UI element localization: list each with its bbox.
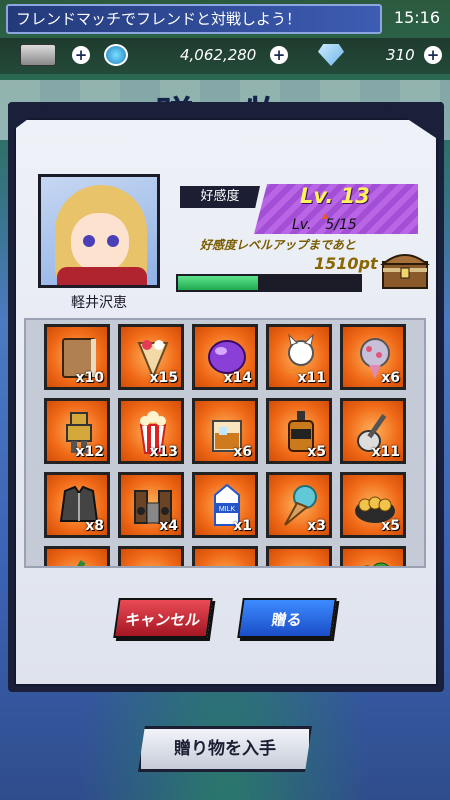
get-gifts-button[interactable]: 贈り物を入手 (138, 726, 312, 772)
affinity-progress-fill (178, 276, 259, 290)
gift-item-slot[interactable]: x15 (118, 324, 184, 390)
item-count: x14 (223, 370, 252, 386)
item-count: x11 (371, 444, 400, 460)
broccoli-icon (363, 562, 389, 566)
gift-item-slot[interactable] (266, 546, 332, 568)
item-count: x12 (75, 444, 104, 460)
coin-count: 4,062,280 (180, 46, 257, 64)
gift-item-slot[interactable] (118, 546, 184, 568)
item-count: x5 (307, 444, 326, 460)
character-portrait (38, 174, 160, 288)
item-count: x4 (159, 518, 178, 534)
portrait-uniform (57, 267, 147, 285)
sake-bottle-icon (74, 560, 86, 566)
points-remaining: 1510pt (314, 254, 378, 273)
gift-item-slot[interactable] (192, 546, 258, 568)
treasure-chest-icon (380, 254, 430, 289)
gift-item-slot[interactable]: x11 (266, 324, 332, 390)
affinity-label: 好感度 (180, 186, 260, 208)
item-count: x3 (307, 518, 326, 534)
portrait-face (71, 213, 129, 273)
gift-item-slot[interactable]: x13 (118, 398, 184, 464)
gift-item-list[interactable]: x10 x15 x14 x11 x6 x12 x13 x6 x5 x11 x8 x4 MILK x1 x3 x… (24, 318, 426, 568)
item-count: x5 (381, 518, 400, 534)
coin-icon (104, 44, 128, 66)
item-count: x6 (233, 444, 252, 460)
gift-item-grid: x10 x15 x14 x11 x6 x12 x13 x6 x5 x11 x8 x4 MILK x1 x3 x… (44, 324, 406, 568)
item-count: x15 (149, 370, 178, 386)
item-count: x6 (381, 370, 400, 386)
item-count: x10 (75, 370, 104, 386)
news-ticker[interactable]: フレンドマッチでフレンドと対戦しよう！ (6, 4, 382, 34)
add-ticket-button[interactable]: + (72, 46, 90, 64)
gift-item-slot[interactable]: x5 (266, 398, 332, 464)
gift-item-slot[interactable]: x8 (44, 472, 110, 538)
gift-item-slot[interactable]: x6 (340, 324, 406, 390)
add-coin-button[interactable]: + (270, 46, 288, 64)
affinity-sublevel: Lv. 5/15 (292, 217, 357, 233)
clock: 15:16 (393, 8, 440, 27)
cancel-button[interactable]: キャンセル (113, 598, 213, 638)
affinity-progress-bar (176, 274, 362, 292)
portrait-eye (83, 235, 95, 247)
gift-item-slot[interactable]: x10 (44, 324, 110, 390)
item-count: x11 (297, 370, 326, 386)
add-gem-button[interactable]: + (424, 46, 442, 64)
character-name: 軽井沢恵 (71, 295, 127, 311)
ticket-icon (20, 44, 56, 66)
next-level-text: 好感度レベルアップまであと (200, 238, 356, 252)
gift-item-slot[interactable] (44, 546, 110, 566)
give-button[interactable]: 贈る (237, 598, 337, 638)
gem-count: 310 (386, 46, 415, 64)
item-count: x13 (149, 444, 178, 460)
gift-item-slot[interactable] (340, 546, 406, 566)
gift-item-slot[interactable]: x14 (192, 324, 258, 390)
dumplings-icon (203, 555, 251, 568)
item-count: x8 (85, 518, 104, 534)
gift-item-slot[interactable]: x3 (266, 472, 332, 538)
gift-item-slot[interactable]: x12 (44, 398, 110, 464)
svg-text:MILK: MILK (219, 506, 236, 513)
gift-item-slot[interactable]: x6 (192, 398, 258, 464)
gift-item-slot[interactable]: MILK x1 (192, 472, 258, 538)
cake-icon (129, 555, 177, 568)
gift-item-slot[interactable]: x5 (340, 472, 406, 538)
gift-item-slot[interactable]: x11 (340, 398, 406, 464)
affinity-level: Lv. 13 (300, 184, 370, 208)
pastries-icon (277, 555, 325, 568)
portrait-eye (107, 235, 119, 247)
gift-item-slot[interactable]: x4 (118, 472, 184, 538)
item-count: x1 (233, 518, 252, 534)
